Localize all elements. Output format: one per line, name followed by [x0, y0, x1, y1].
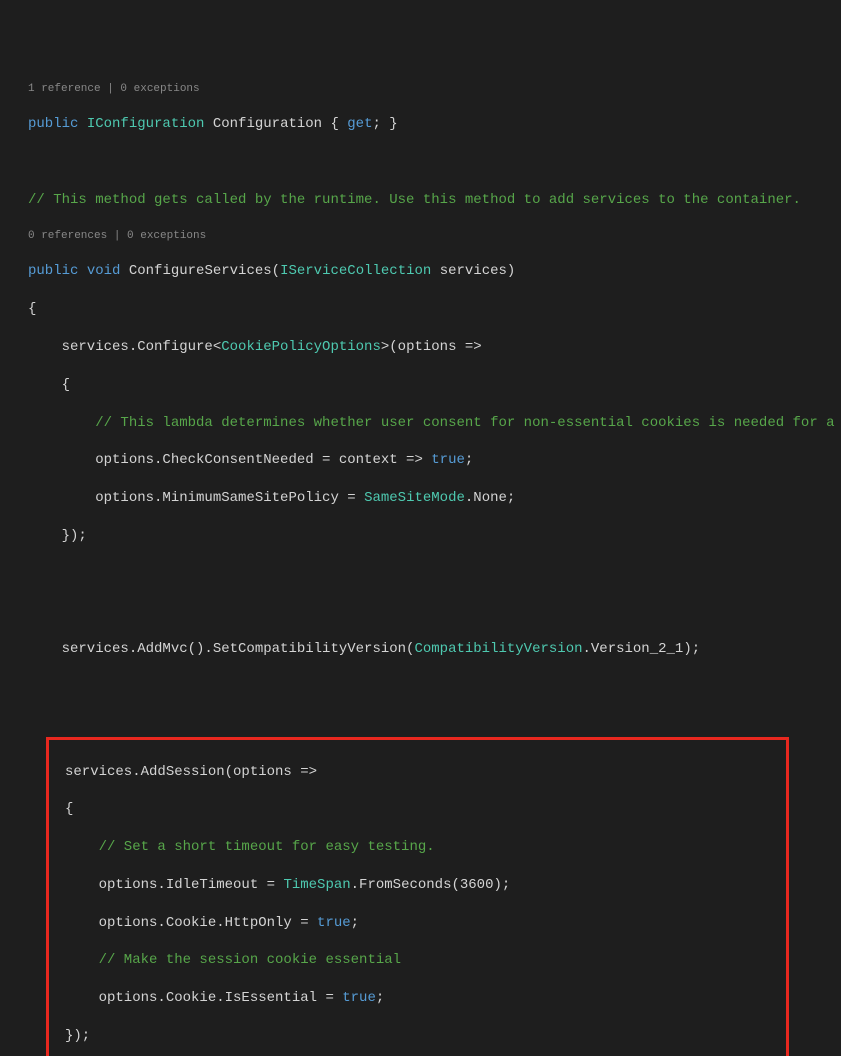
- code-text: ;: [351, 915, 359, 931]
- code-line: {: [49, 800, 786, 819]
- code-text: });: [28, 528, 87, 544]
- keyword-true: true: [317, 915, 351, 931]
- blank-line: [4, 565, 841, 584]
- code-line: // This method gets called by the runtim…: [4, 191, 841, 210]
- code-text: ;: [465, 452, 473, 468]
- brace-open: {: [28, 377, 70, 393]
- code-line: options.CheckConsentNeeded = context => …: [4, 451, 841, 470]
- code-line: });: [4, 527, 841, 546]
- code-line: {: [4, 300, 841, 319]
- code-text: ConfigureServices(: [120, 263, 280, 279]
- comment: // This method gets called by the runtim…: [28, 192, 801, 208]
- code-line: options.Cookie.IsEssential = true;: [49, 989, 786, 1008]
- type-iservicecollection: IServiceCollection: [280, 263, 431, 279]
- code-text: services): [431, 263, 515, 279]
- code-text: services.AddMvc().SetCompatibilityVersio…: [28, 641, 414, 657]
- comment: // Make the session cookie essential: [65, 952, 401, 968]
- code-text: Configuration {: [204, 116, 347, 132]
- keyword-void: void: [78, 263, 120, 279]
- code-line: public IConfiguration Configuration { ge…: [4, 115, 841, 134]
- code-text: >(options =>: [381, 339, 482, 355]
- codelens-config[interactable]: 1 reference | 0 exceptions: [4, 82, 841, 97]
- comment: // This lambda determines whether user c…: [28, 415, 841, 431]
- code-text: services.AddSession(options =>: [65, 764, 317, 780]
- code-line: options.IdleTimeout = TimeSpan.FromSecon…: [49, 876, 786, 895]
- code-text: options.Cookie.IsEssential =: [65, 990, 342, 1006]
- blank-line: [4, 153, 841, 172]
- comment: // Set a short timeout for easy testing.: [65, 839, 435, 855]
- code-text: options.IdleTimeout =: [65, 877, 283, 893]
- code-text: .Version_2_1);: [583, 641, 701, 657]
- code-line: public void ConfigureServices(IServiceCo…: [4, 262, 841, 281]
- code-line: services.AddMvc().SetCompatibilityVersio…: [4, 640, 841, 659]
- code-text: services.Configure<: [28, 339, 221, 355]
- code-text: .None;: [465, 490, 515, 506]
- code-text: options.Cookie.HttpOnly =: [65, 915, 317, 931]
- code-line: // Set a short timeout for easy testing.: [49, 838, 786, 857]
- code-text: });: [65, 1028, 90, 1044]
- keyword-public: public: [28, 263, 78, 279]
- code-text: options.MinimumSameSitePolicy =: [28, 490, 364, 506]
- type-timespan: TimeSpan: [283, 877, 350, 893]
- code-line: {: [4, 376, 841, 395]
- codelens-configureservices[interactable]: 0 references | 0 exceptions: [4, 229, 841, 244]
- keyword-true: true: [342, 990, 376, 1006]
- code-text: ; }: [373, 116, 398, 132]
- brace-open: {: [65, 801, 73, 817]
- code-line: // This lambda determines whether user c…: [4, 414, 841, 433]
- keyword-true: true: [431, 452, 465, 468]
- code-line: options.MinimumSameSitePolicy = SameSite…: [4, 489, 841, 508]
- brace-open: {: [28, 301, 36, 317]
- type-iconfiguration: IConfiguration: [78, 116, 204, 132]
- code-text: options.CheckConsentNeeded = context =>: [28, 452, 431, 468]
- type-compatibilityversion: CompatibilityVersion: [414, 641, 582, 657]
- code-line: // Make the session cookie essential: [49, 951, 786, 970]
- code-line: services.Configure<CookiePolicyOptions>(…: [4, 338, 841, 357]
- code-line: options.Cookie.HttpOnly = true;: [49, 914, 786, 933]
- code-text: .FromSeconds(3600);: [351, 877, 511, 893]
- blank-line: [4, 678, 841, 697]
- keyword-public: public: [28, 116, 78, 132]
- code-line: services.AddSession(options =>: [49, 763, 786, 782]
- highlighted-block: services.AddSession(options => { // Set …: [46, 737, 789, 1056]
- type-samesitemode: SameSiteMode: [364, 490, 465, 506]
- blank-line: [4, 602, 841, 621]
- keyword-get: get: [347, 116, 372, 132]
- code-text: ;: [376, 990, 384, 1006]
- code-line: });: [49, 1027, 786, 1046]
- type-cookiepolicyoptions: CookiePolicyOptions: [221, 339, 381, 355]
